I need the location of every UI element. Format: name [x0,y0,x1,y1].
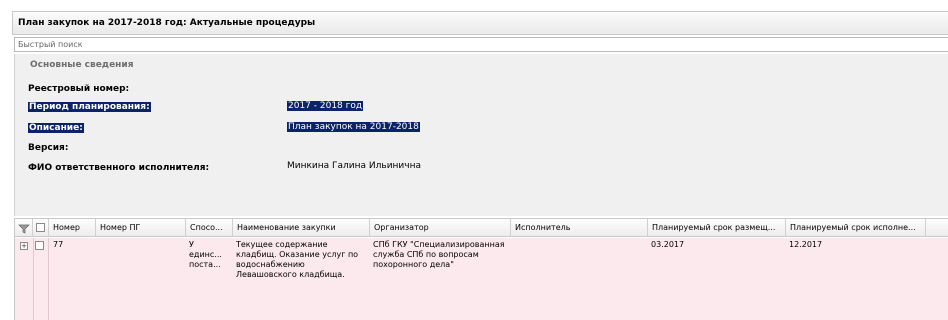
row-divider [33,238,34,320]
window-title: План закупок на 2017-2018 год: Актуальны… [18,18,316,28]
column-header-method[interactable]: Спосо... [186,219,233,237]
filter-column[interactable] [15,219,33,237]
registry-number-label: Реестровый номер: [28,84,129,94]
table-row[interactable]: + 77 У единс... поста... Текущее содержа… [15,238,948,320]
description-label: Описание: [28,123,84,133]
quick-search-input[interactable] [15,38,948,51]
section-title: Основные сведения [30,60,134,70]
column-header-organizer[interactable]: Организатор [370,219,511,237]
cell-organizer: СПб ГКУ "Специализированная служба СПб п… [373,240,505,269]
column-header-placement-date[interactable]: Планируемый срок размещ... [648,219,786,237]
description-value-text: План закупок на 2017-2018 [287,122,420,132]
description-label-text: Описание: [28,123,84,133]
planning-period-label: Период планирования: [28,102,151,112]
column-header-execution-date[interactable]: Планируемый срок исполне... [786,219,926,237]
planning-period-label-text: Период планирования: [28,102,151,112]
expand-row-icon[interactable]: + [20,242,28,250]
cell-execution-date: 12.2017 [789,240,823,249]
quick-search-field[interactable] [14,37,948,52]
version-label-text: Версия: [28,143,69,153]
responsible-person-label: ФИО ответственного исполнителя: [28,163,209,173]
responsible-person-label-text: ФИО ответственного исполнителя: [28,163,210,173]
filter-icon[interactable] [18,223,30,235]
cell-placement-date: 03.2017 [651,240,685,249]
version-label: Версия: [28,143,68,153]
main-info-panel: Основные сведения Реестровый номер: Пери… [14,54,948,216]
select-all-checkbox[interactable] [36,223,45,232]
responsible-person-value: Минкина Галина Ильинична [287,161,421,171]
column-header-number[interactable]: Номер [49,219,96,237]
cell-method: У единс... поста... [189,240,222,269]
planning-period-value-text: 2017 - 2018 год [287,101,364,111]
row-checkbox[interactable] [35,241,44,250]
procurement-grid: Номер Номер ПГ Спосо... Наименование зак… [14,218,948,320]
column-header-pg-number[interactable]: Номер ПГ [96,219,186,237]
description-value: План закупок на 2017-2018 [287,122,420,132]
window-titlebar: План закупок на 2017-2018 год: Актуальны… [12,11,948,35]
grid-header: Номер Номер ПГ Спосо... Наименование зак… [15,218,948,237]
row-divider [48,238,49,320]
select-all-column[interactable] [33,219,49,237]
column-header-executor[interactable]: Исполнитель [511,219,648,237]
registry-number-label-text: Реестровый номер: [28,84,130,94]
column-header-name[interactable]: Наименование закупки [233,219,370,237]
cell-name: Текущее содержание кладбищ. Оказание усл… [236,240,359,279]
cell-number: 77 [53,240,64,249]
planning-period-value: 2017 - 2018 год [287,101,364,111]
